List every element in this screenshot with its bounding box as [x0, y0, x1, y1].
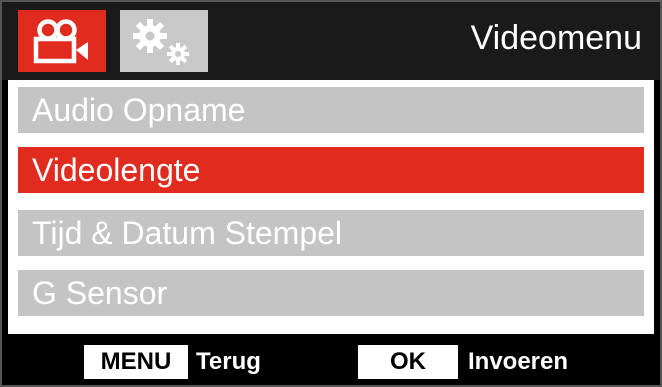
- tab-video[interactable]: [18, 10, 106, 72]
- footer-bar: MENU Terug OK Invoeren: [0, 334, 662, 387]
- settings-gears-icon: [133, 19, 189, 65]
- dashcam-menu-screen: Videomenu Audio Opname Videolengte Tijd …: [0, 0, 662, 387]
- back-label: Terug: [196, 348, 261, 375]
- enter-label: Invoeren: [468, 348, 569, 375]
- menu-item-g-sensor[interactable]: G Sensor: [18, 270, 644, 316]
- menu-item-time-date-stamp[interactable]: Tijd & Datum Stempel: [18, 210, 644, 256]
- ok-key-button[interactable]: OK: [358, 345, 458, 379]
- menu-title: Videomenu: [470, 19, 642, 57]
- header-bar: Videomenu: [0, 0, 662, 80]
- menu-item-audio-recording[interactable]: Audio Opname: [18, 87, 644, 133]
- tab-settings[interactable]: [120, 10, 208, 72]
- menu-key-button[interactable]: MENU: [84, 345, 188, 379]
- menu-item-video-length[interactable]: Videolengte: [18, 147, 644, 193]
- menu-list: Audio Opname Videolengte Tijd & Datum St…: [8, 80, 654, 334]
- video-camera-icon: [33, 19, 88, 64]
